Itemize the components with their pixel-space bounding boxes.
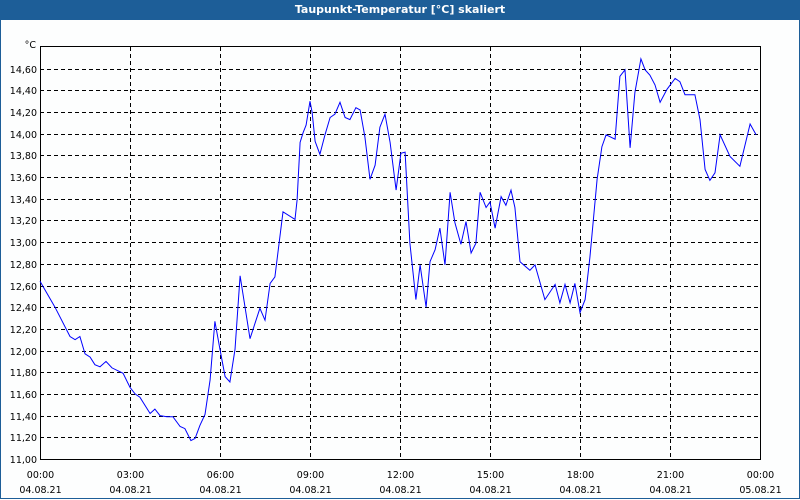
y-tick-label: 13,80: [10, 151, 37, 162]
y-tick-label: 13,20: [10, 216, 37, 227]
line-chart: °C 11,00 11,20 11,40 11,60 11,80 12,00 12,20 12…: [10, 40, 782, 496]
y-tick-label: 14,60: [10, 65, 37, 76]
x-tick-time: 00:00: [27, 470, 54, 481]
y-tick-label: 12,60: [10, 282, 37, 293]
x-tick-date: 04.08.21: [469, 485, 511, 496]
x-tick-time: 06:00: [207, 470, 234, 481]
y-tick-label: 12,40: [10, 303, 37, 314]
y-tick-label: 11,60: [10, 390, 37, 401]
y-tick-label: 11,80: [10, 368, 37, 379]
x-tick-date: 04.08.21: [649, 485, 691, 496]
y-tick-label: 11,00: [10, 455, 37, 466]
x-tick-time: 21:00: [657, 470, 684, 481]
y-tick-label: 14,00: [10, 130, 37, 141]
x-tick-time: 00:00: [747, 470, 774, 481]
y-tick-label: 13,40: [10, 195, 37, 206]
x-tick-date: 04.08.21: [379, 485, 421, 496]
x-tick-time: 15:00: [477, 470, 504, 481]
y-tick-label: 12,00: [10, 347, 37, 358]
x-tick-time: 18:00: [567, 470, 594, 481]
x-tick-date: 04.08.21: [289, 485, 331, 496]
y-axis-unit: °C: [25, 40, 37, 51]
y-tick-label: 11,40: [10, 412, 37, 423]
y-tick-label: 13,60: [10, 173, 37, 184]
x-tick-date: 04.08.21: [559, 485, 601, 496]
x-tick-time: 03:00: [117, 470, 144, 481]
y-tick-label: 14,40: [10, 86, 37, 97]
x-tick-time: 09:00: [297, 470, 324, 481]
x-tick-date: 04.08.21: [109, 485, 151, 496]
y-tick-label: 13,00: [10, 238, 37, 249]
y-tick-label: 12,20: [10, 325, 37, 336]
y-tick-label: 11,20: [10, 433, 37, 444]
x-tick-time: 12:00: [387, 470, 414, 481]
y-tick-label: 12,80: [10, 260, 37, 271]
x-tick-date: 04.08.21: [199, 485, 241, 496]
y-tick-label: 14,20: [10, 108, 37, 119]
x-tick-date: 04.08.21: [19, 485, 61, 496]
series-line-taupunkt: [39, 57, 757, 442]
x-tick-date: 05.08.21: [739, 485, 781, 496]
